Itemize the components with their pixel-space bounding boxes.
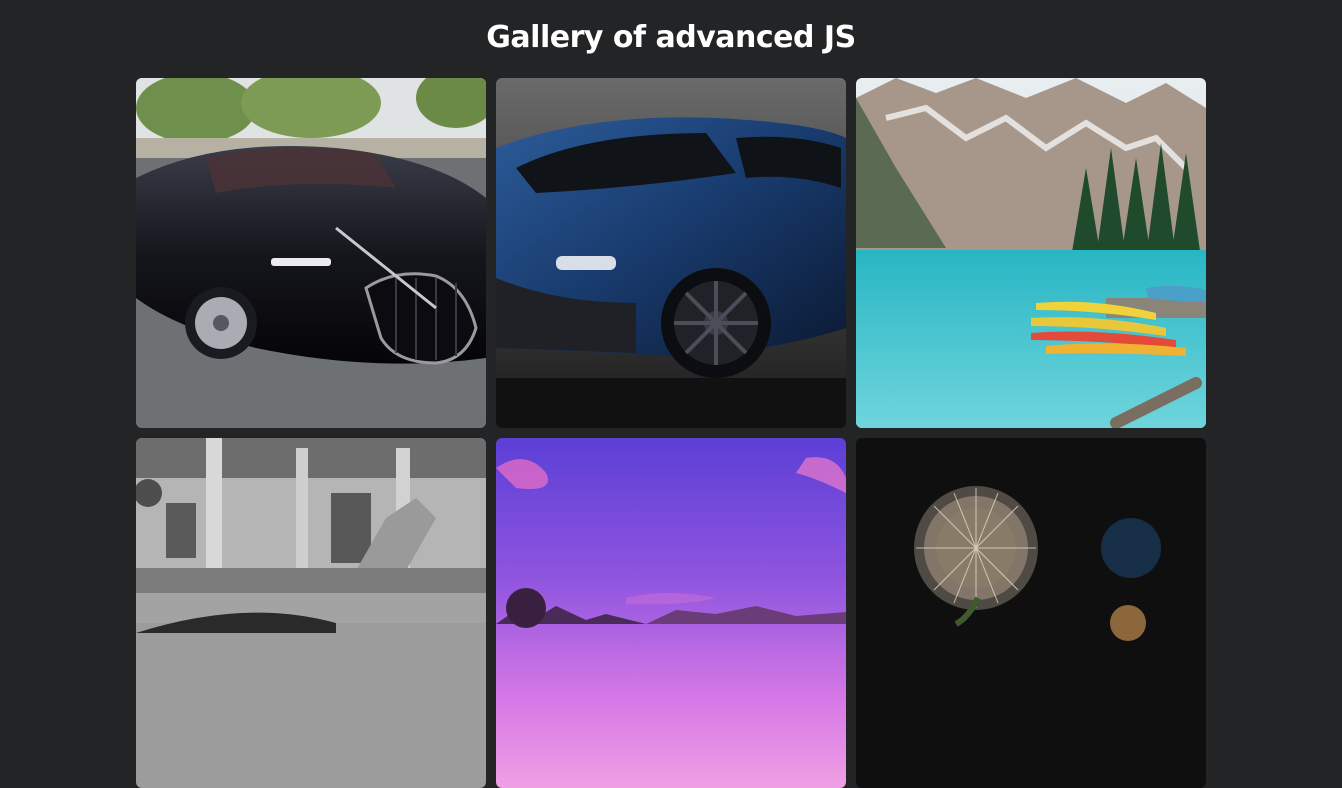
gallery-grid — [136, 78, 1206, 788]
gallery-image-blue-hypercar[interactable] — [496, 78, 846, 428]
palace-staircase-image — [136, 438, 486, 788]
black-hypercar-image — [136, 78, 486, 428]
blue-hypercar-image — [496, 78, 846, 428]
gallery-image-mountain-lake[interactable] — [856, 78, 1206, 428]
gallery-image-dandelion[interactable] — [856, 438, 1206, 788]
dandelion-image — [856, 438, 1206, 788]
gallery-image-purple-sunset[interactable] — [496, 438, 846, 788]
purple-sunset-image — [496, 438, 846, 788]
gallery-image-black-hypercar[interactable] — [136, 78, 486, 428]
page-title: Gallery of advanced JS — [486, 20, 856, 55]
gallery-image-palace-staircase[interactable] — [136, 438, 486, 788]
mountain-lake-image — [856, 78, 1206, 428]
